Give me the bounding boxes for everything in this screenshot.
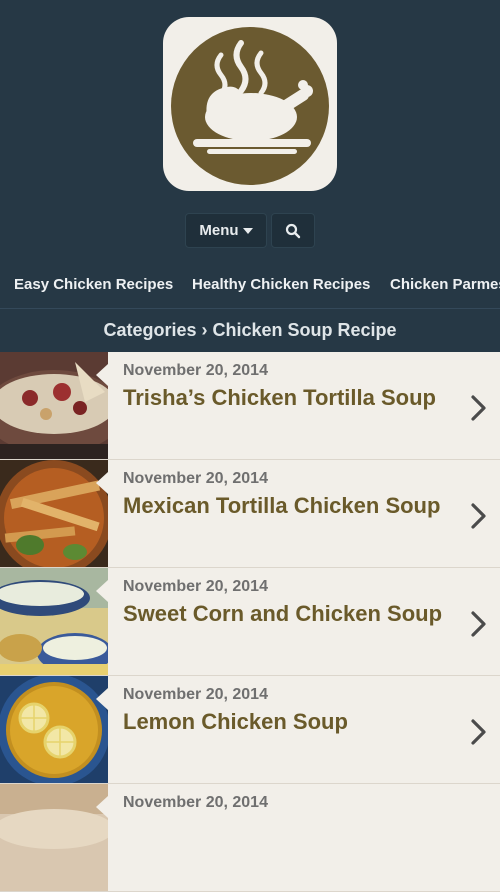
list-item[interactable]: November 20, 2014 Lemon Chicken Soup	[0, 676, 500, 784]
post-thumbnail[interactable]	[0, 352, 108, 459]
post-title[interactable]: Mexican Tortilla Chicken Soup	[123, 493, 440, 519]
thumbnail-notch	[96, 580, 108, 602]
breadcrumb: Categories › Chicken Soup Recipe	[0, 308, 500, 352]
caret-down-icon	[242, 227, 253, 234]
post-date: November 20, 2014	[123, 578, 268, 595]
search-icon	[285, 223, 301, 238]
category-nav: Easy Chicken Recipes Healthy Chicken Rec…	[0, 262, 500, 308]
post-thumbnail[interactable]	[0, 676, 108, 783]
post-list: November 20, 2014 Trisha’s Chicken Torti…	[0, 352, 500, 892]
post-thumbnail[interactable]	[0, 784, 108, 891]
chevron-right-icon[interactable]	[470, 718, 488, 746]
thumbnail-notch	[96, 472, 108, 494]
nav-item-healthy-chicken-recipes[interactable]: Healthy Chicken Recipes	[192, 262, 370, 308]
list-item[interactable]: November 20, 2014 Sweet Corn and Chicken…	[0, 568, 500, 676]
post-title[interactable]: Lemon Chicken Soup	[123, 709, 348, 735]
thumbnail-notch	[96, 364, 108, 386]
thumbnail-notch	[96, 796, 108, 818]
post-thumbnail[interactable]	[0, 460, 108, 567]
list-item[interactable]: November 20, 2014 Trisha’s Chicken Torti…	[0, 352, 500, 460]
chevron-right-icon[interactable]	[470, 394, 488, 422]
list-item[interactable]: November 20, 2014	[0, 784, 500, 892]
post-date: November 20, 2014	[123, 686, 268, 703]
site-logo[interactable]	[163, 17, 337, 191]
menu-label: Menu	[199, 222, 239, 239]
site-header: Menu	[0, 0, 500, 262]
nav-item-chicken-parmes[interactable]: Chicken Parmes	[390, 262, 500, 308]
nav-item-easy-chicken-recipes[interactable]: Easy Chicken Recipes	[14, 262, 173, 308]
post-date: November 20, 2014	[123, 362, 268, 379]
post-title[interactable]: Sweet Corn and Chicken Soup	[123, 601, 442, 627]
post-thumbnail[interactable]	[0, 568, 108, 675]
menu-button[interactable]: Menu	[185, 213, 267, 248]
chevron-right-icon[interactable]	[470, 610, 488, 638]
post-date: November 20, 2014	[123, 470, 268, 487]
roast-chicken-icon	[171, 27, 329, 185]
search-button[interactable]	[271, 213, 315, 248]
post-date: November 20, 2014	[123, 794, 268, 811]
chevron-right-icon[interactable]	[470, 502, 488, 530]
thumbnail-notch	[96, 688, 108, 710]
post-title[interactable]: Trisha’s Chicken Tortilla Soup	[123, 385, 436, 411]
list-item[interactable]: November 20, 2014 Mexican Tortilla Chick…	[0, 460, 500, 568]
